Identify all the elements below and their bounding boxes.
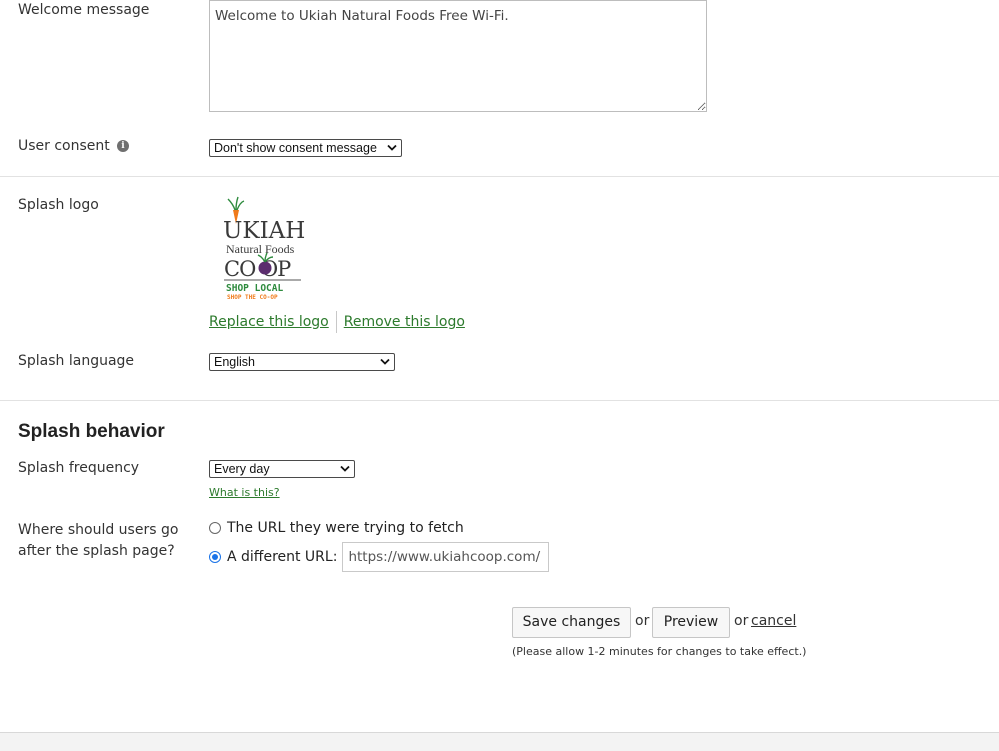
- different-url-input[interactable]: https://www.ukiahcoop.com/: [342, 542, 550, 572]
- section-divider: [0, 176, 999, 177]
- changes-note: (Please allow 1-2 minutes for changes to…: [512, 645, 807, 658]
- redirect-option-original[interactable]: The URL they were trying to fetch: [209, 520, 464, 536]
- logo-text-natural-foods: Natural Foods: [226, 242, 295, 256]
- splash-language-selected-value: English: [214, 355, 255, 369]
- footer-band: [0, 732, 999, 751]
- redirect-label-line1: Where should users go: [18, 522, 179, 538]
- link-separator: [335, 311, 337, 333]
- or-text: or: [635, 613, 650, 629]
- splash-logo-label: Splash logo: [18, 197, 99, 213]
- welcome-message-textarea[interactable]: Welcome to Ukiah Natural Foods Free Wi-F…: [209, 0, 707, 112]
- user-consent-label: User consent: [18, 138, 110, 154]
- splash-language-label: Splash language: [18, 353, 135, 369]
- radio-different-url[interactable]: [209, 551, 221, 563]
- cancel-link[interactable]: cancel: [751, 613, 796, 629]
- splash-settings-page: Welcome message Welcome to Ukiah Natural…: [0, 0, 999, 751]
- redirect-option-original-label: The URL they were trying to fetch: [227, 520, 464, 536]
- user-consent-select[interactable]: Don't show consent message: [209, 139, 402, 157]
- user-consent-selected-value: Don't show consent message: [214, 141, 377, 155]
- radio-original-url[interactable]: [209, 522, 221, 534]
- logo-actions: Replace this logo Remove this logo: [209, 310, 465, 334]
- replace-logo-link[interactable]: Replace this logo: [209, 310, 329, 334]
- logo-text-coop: CO OP: [224, 257, 291, 281]
- ukiah-coop-logo: UKIAH Natural Foods CO OP SHOP LOCAL SHO…: [223, 196, 305, 301]
- remove-logo-link[interactable]: Remove this logo: [344, 310, 465, 334]
- splash-frequency-select[interactable]: Every day: [209, 460, 355, 478]
- splash-language-select[interactable]: English: [209, 353, 395, 371]
- logo-text-shop-the-coop: SHOP THE CO-OP: [227, 294, 278, 301]
- chevron-down-icon: [340, 465, 350, 472]
- what-is-this-link[interactable]: What is this?: [209, 486, 280, 499]
- section-divider: [0, 400, 999, 401]
- redirect-label-line2: after the splash page?: [18, 543, 175, 559]
- redirect-option-different[interactable]: A different URL: https://www.ukiahcoop.c…: [209, 542, 550, 572]
- chevron-down-icon: [387, 144, 397, 151]
- chevron-down-icon: [380, 358, 390, 365]
- splash-behavior-heading: Splash behavior: [18, 421, 165, 442]
- logo-text-ukiah: UKIAH: [223, 218, 305, 244]
- redirect-option-different-label: A different URL:: [227, 549, 338, 565]
- save-changes-button[interactable]: Save changes: [512, 607, 631, 638]
- preview-button[interactable]: Preview: [652, 607, 730, 638]
- info-icon[interactable]: i: [117, 140, 129, 152]
- splash-frequency-selected-value: Every day: [214, 462, 270, 476]
- logo-text-shop-local: SHOP LOCAL: [226, 283, 283, 294]
- splash-frequency-label: Splash frequency: [18, 460, 140, 476]
- or-text: or: [734, 613, 749, 629]
- welcome-message-label: Welcome message: [18, 2, 150, 18]
